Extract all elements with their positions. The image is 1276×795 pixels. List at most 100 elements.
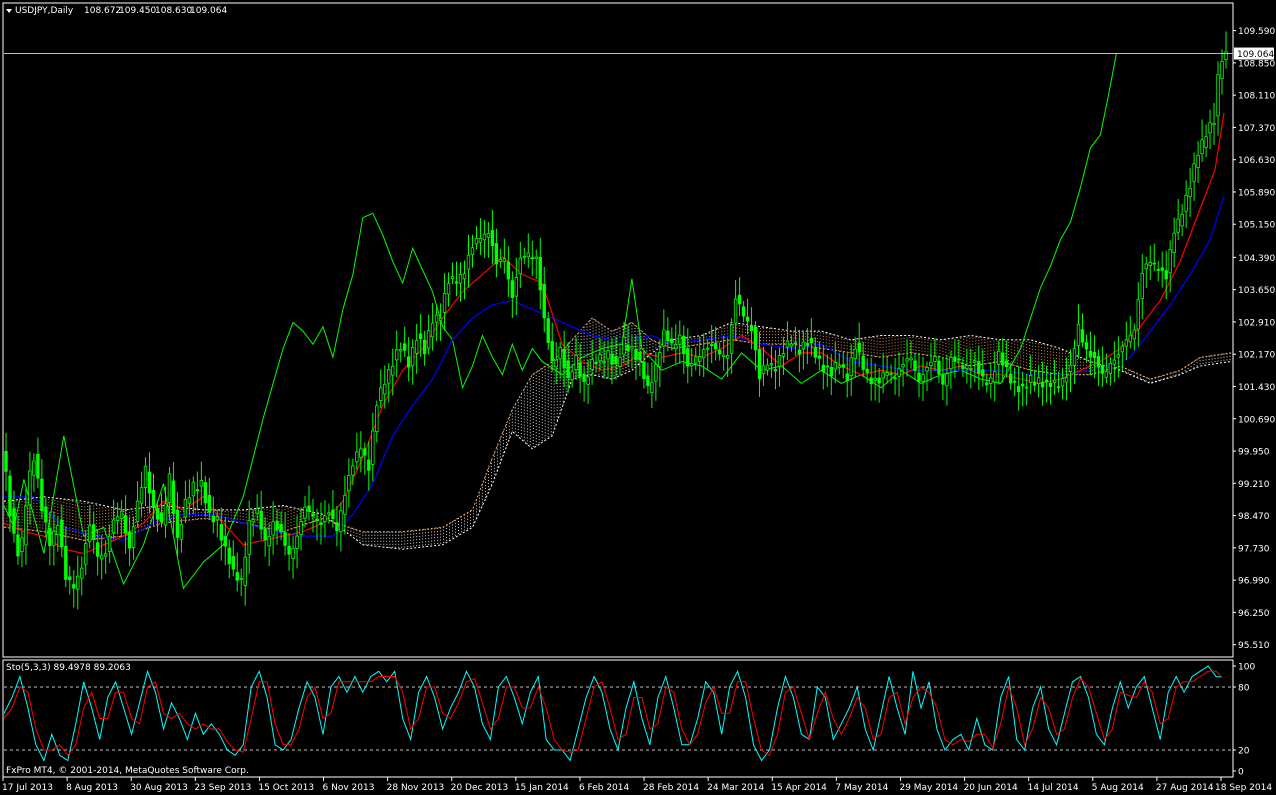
candle-body bbox=[295, 535, 299, 549]
candle-body bbox=[95, 542, 100, 557]
candle-body bbox=[546, 318, 550, 343]
candle-body bbox=[514, 277, 519, 297]
candle-body bbox=[765, 364, 770, 371]
candle-body bbox=[486, 233, 491, 238]
time-tick-label: 15 Apr 2014 bbox=[771, 783, 827, 793]
candle-body bbox=[1084, 342, 1089, 350]
candle-body bbox=[371, 430, 375, 465]
candle-body bbox=[1005, 360, 1009, 368]
candle-body bbox=[566, 360, 570, 379]
candle-body bbox=[921, 374, 925, 382]
candle-body bbox=[339, 510, 343, 533]
candle-body bbox=[20, 537, 24, 552]
candle-body bbox=[865, 368, 869, 373]
candle-body bbox=[442, 293, 447, 313]
candle-body bbox=[582, 373, 586, 382]
candle-body bbox=[698, 356, 702, 362]
candle-body bbox=[92, 524, 96, 540]
candle-body bbox=[1132, 329, 1137, 340]
candle-body bbox=[889, 373, 893, 375]
chart-window[interactable]: 109.064 109.590 108.850 108.110 107.370 106.… bbox=[0, 0, 1276, 795]
price-tick-label: 108.110 bbox=[1238, 92, 1275, 102]
candle-body bbox=[219, 524, 223, 541]
candle-body bbox=[957, 358, 961, 361]
candle-body bbox=[781, 353, 786, 357]
candle-body bbox=[881, 372, 885, 379]
candle-body bbox=[183, 498, 188, 518]
price-tick-label: 97.730 bbox=[1238, 544, 1270, 554]
candle-body bbox=[578, 362, 582, 377]
candle-body bbox=[809, 337, 814, 344]
time-tick-label: 30 Aug 2013 bbox=[130, 783, 188, 793]
candle-body bbox=[498, 258, 503, 262]
candle-body bbox=[857, 342, 861, 353]
candle-body bbox=[985, 382, 989, 386]
candle-body bbox=[367, 459, 371, 471]
candle-body bbox=[430, 322, 435, 338]
candle-body bbox=[893, 377, 897, 380]
candle-body bbox=[678, 334, 682, 345]
ohlc-high: 109.450 bbox=[119, 6, 156, 16]
candle-body bbox=[88, 525, 92, 543]
candle-body bbox=[945, 373, 949, 387]
candle-body bbox=[139, 487, 144, 504]
candle-body bbox=[554, 359, 558, 368]
candle-body bbox=[311, 513, 315, 517]
candle-body bbox=[1024, 386, 1029, 389]
price-tick-label: 99.210 bbox=[1238, 480, 1270, 490]
candle-body bbox=[1009, 373, 1013, 384]
candle-body bbox=[159, 512, 164, 523]
candle-body bbox=[694, 356, 698, 364]
candle-body bbox=[598, 354, 602, 362]
candle-body bbox=[654, 364, 658, 382]
candle-body bbox=[1176, 218, 1180, 233]
candle-body bbox=[618, 356, 622, 367]
candle-body bbox=[937, 360, 941, 375]
candle-body bbox=[291, 547, 295, 559]
candle-body bbox=[107, 535, 112, 552]
stochastic-tick-label: 20 bbox=[1238, 747, 1250, 757]
candle-body bbox=[32, 460, 36, 476]
candle-body bbox=[399, 349, 403, 352]
candle-body bbox=[1224, 51, 1228, 60]
candle-body bbox=[510, 280, 515, 298]
time-tick-label: 20 Jun 2014 bbox=[964, 783, 1018, 793]
candle-body bbox=[981, 369, 985, 377]
candle-body bbox=[379, 387, 383, 401]
candle-body bbox=[391, 365, 395, 376]
candle-body bbox=[383, 383, 387, 395]
candle-body bbox=[789, 343, 794, 347]
candle-body bbox=[717, 349, 722, 355]
candle-body bbox=[235, 572, 239, 581]
candle-body bbox=[243, 556, 247, 586]
candle-body bbox=[530, 257, 534, 260]
candle-body bbox=[1180, 214, 1184, 227]
candle-body bbox=[347, 475, 351, 492]
candle-body bbox=[953, 356, 957, 362]
candle-body bbox=[434, 314, 439, 323]
price-tick-label: 96.990 bbox=[1238, 577, 1270, 587]
candle-body bbox=[646, 375, 650, 386]
stochastic-tick-label: 0 bbox=[1238, 768, 1244, 778]
candle-body bbox=[630, 346, 634, 349]
candle-body bbox=[482, 233, 487, 241]
candle-body bbox=[1200, 139, 1204, 154]
candle-body bbox=[506, 261, 511, 280]
time-tick-label: 28 Nov 2013 bbox=[387, 783, 445, 793]
candle-body bbox=[155, 508, 160, 520]
candle-body bbox=[147, 471, 152, 494]
candle-body bbox=[638, 351, 642, 361]
candle-body bbox=[72, 584, 76, 589]
candle-body bbox=[1220, 61, 1224, 80]
time-tick-label: 15 Oct 2013 bbox=[258, 783, 314, 793]
candle-body bbox=[247, 520, 251, 555]
candle-body bbox=[841, 364, 845, 368]
candle-body bbox=[817, 355, 822, 359]
candle-body bbox=[231, 556, 235, 570]
time-tick-label: 29 May 2014 bbox=[899, 783, 958, 793]
candle-body bbox=[801, 341, 806, 350]
candle-body bbox=[191, 481, 196, 497]
candle-body bbox=[418, 333, 423, 340]
candle-body bbox=[550, 341, 554, 362]
chart-background bbox=[0, 0, 1276, 795]
